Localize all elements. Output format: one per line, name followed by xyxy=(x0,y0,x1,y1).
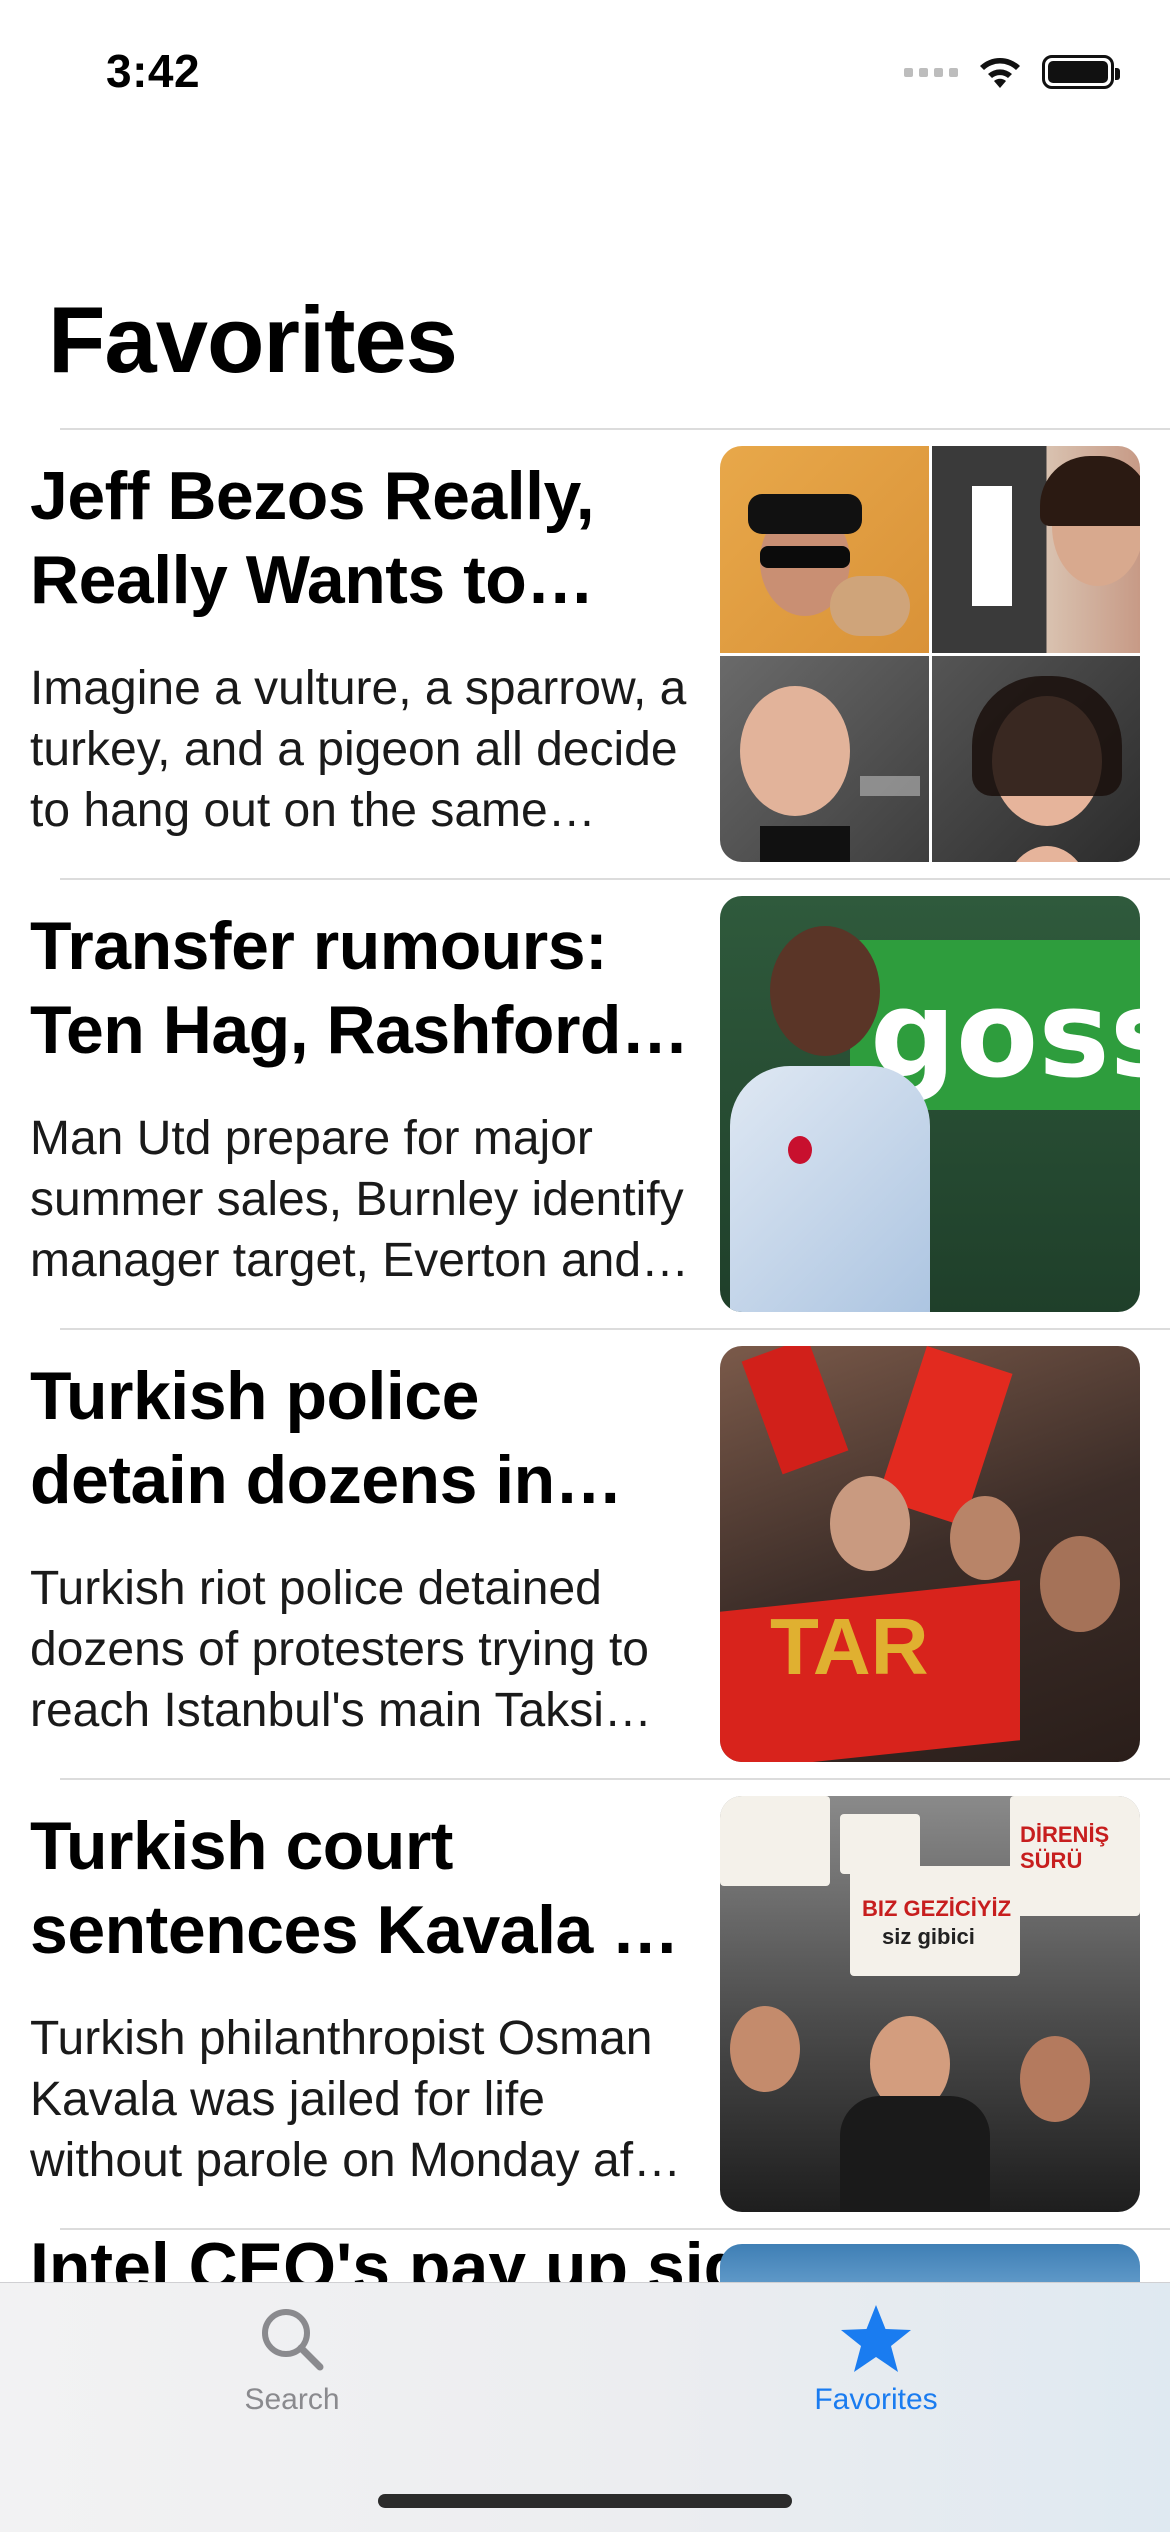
list-item[interactable]: Turkish police detain dozens in Istanbul… xyxy=(0,1330,1170,1778)
favorites-list[interactable]: Jeff Bezos Really, Really Wants to Have … xyxy=(0,428,1170,2278)
thumbnail-text: DİRENİŞ SÜRÜ xyxy=(1020,1822,1110,1873)
article-title: Jeff Bezos Really, Really Wants to Have … xyxy=(30,458,595,618)
list-item[interactable]: Turkish court sentences Kavala to life i… xyxy=(0,1780,1170,2228)
thumbnail-text: BIZ GEZİCİYİZ xyxy=(862,1896,1012,1921)
list-item[interactable]: Transfer rumours: Ten Hag, Rashford, Kan… xyxy=(0,880,1170,1328)
wifi-icon xyxy=(976,54,1024,90)
tab-label: Search xyxy=(244,2383,340,2416)
tab-label: Favorites xyxy=(814,2383,938,2416)
thumbnail-text: TAR xyxy=(770,1602,929,1691)
article-summary: Imagine a vulture, a sparrow, a turkey, … xyxy=(30,662,687,837)
thumbnail-text: siz gibici xyxy=(882,1924,975,1949)
article-thumbnail: goss xyxy=(720,896,1140,1312)
page-title: Favorites xyxy=(48,287,458,392)
article-title: Turkish police detain dozens in Istanbul… xyxy=(30,1358,555,1518)
tab-search[interactable]: Search xyxy=(182,2303,402,2443)
article-summary: Turkish philanthropist Osman Kavala was … xyxy=(30,2012,690,2187)
status-indicators xyxy=(904,54,1120,90)
battery-icon xyxy=(1042,55,1120,89)
status-bar: 3:42 xyxy=(0,0,1170,150)
article-title: Transfer rumours: Ten Hag, Rashford, Kan… xyxy=(30,908,640,1068)
article-summary: Man Utd prepare for major summer sales, … xyxy=(30,1112,684,1287)
star-icon xyxy=(841,2305,911,2372)
article-thumbnail: TAR xyxy=(720,1346,1140,1762)
search-icon xyxy=(262,2309,324,2371)
article-thumbnail xyxy=(720,446,1140,862)
cellular-signal-icon xyxy=(904,67,958,77)
article-title: Turkish court sentences Kavala to life i… xyxy=(30,1808,675,1968)
list-item[interactable]: Jeff Bezos Really, Really Wants to Have … xyxy=(0,430,1170,878)
tab-favorites[interactable]: Favorites xyxy=(766,2303,986,2443)
article-thumbnail: DİRENİŞ SÜRÜ BIZ GEZİCİYİZ siz gibici xyxy=(720,1796,1140,2212)
status-time: 3:42 xyxy=(106,45,201,97)
article-summary: Turkish riot police detained dozens of p… xyxy=(30,1562,649,1737)
home-indicator-bar[interactable] xyxy=(378,2494,792,2508)
